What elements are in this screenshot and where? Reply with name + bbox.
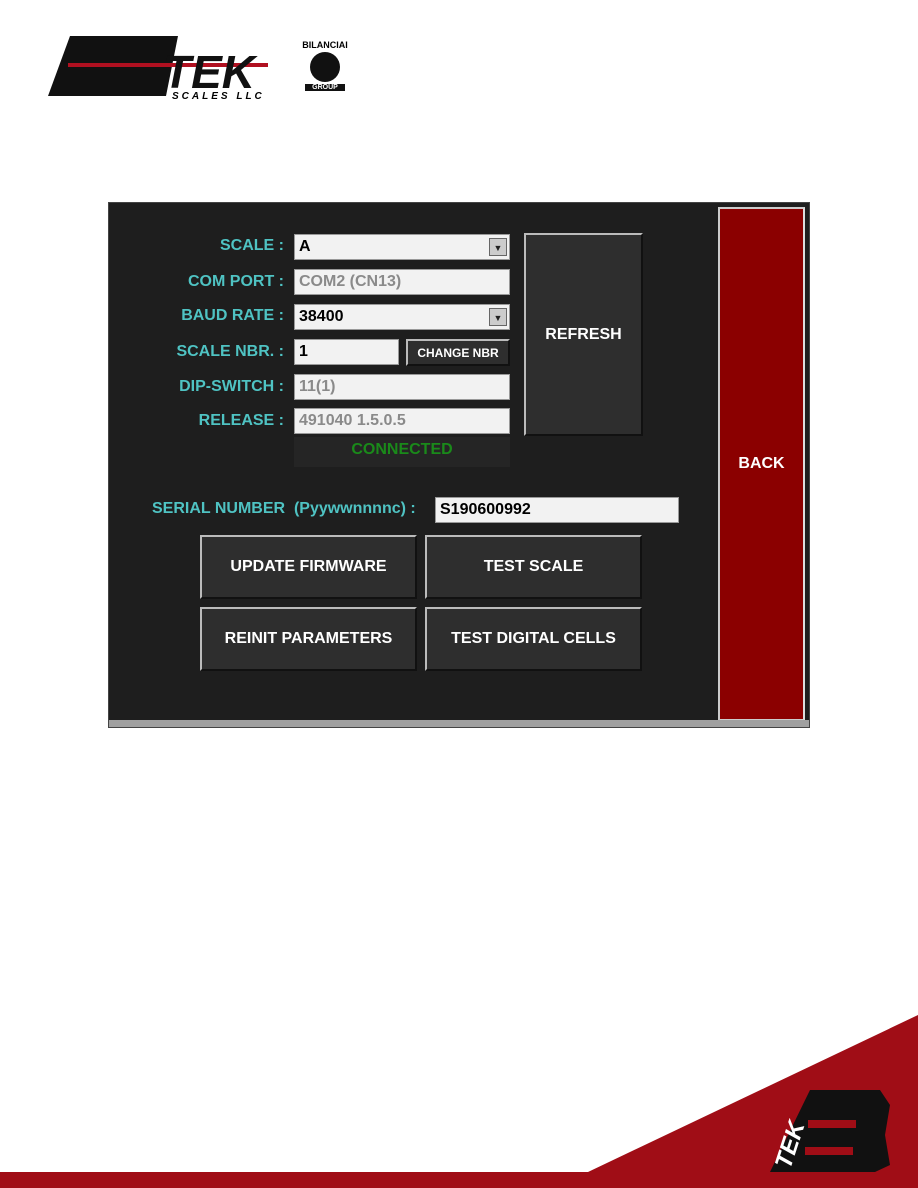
- baud-rate-label: BAUD RATE :: [181, 307, 284, 324]
- chevron-down-icon[interactable]: ▼: [489, 238, 507, 256]
- logo-subtitle: SCALES LLC: [172, 91, 265, 102]
- connection-status: CONNECTED: [294, 437, 510, 467]
- test-scale-button[interactable]: TEST SCALE: [425, 535, 642, 599]
- scale-config-window: SCALE : A ▼ COM PORT : COM2 (CN13) BAUD R…: [108, 202, 810, 728]
- chevron-down-icon[interactable]: ▼: [489, 308, 507, 326]
- com-port-field: COM2 (CN13): [294, 269, 510, 295]
- scale-label: SCALE :: [220, 237, 284, 254]
- scale-nbr-label: SCALE NBR. :: [176, 343, 284, 360]
- baud-rate-select[interactable]: 38400 ▼: [294, 304, 510, 330]
- reinit-parameters-button[interactable]: REINIT PARAMETERS: [200, 607, 417, 671]
- release-label: RELEASE :: [198, 412, 284, 429]
- update-firmware-button[interactable]: UPDATE FIRMWARE: [200, 535, 417, 599]
- scale-select[interactable]: A ▼: [294, 234, 510, 260]
- bilanciai-emblem-icon: [310, 52, 340, 82]
- com-port-label: COM PORT :: [188, 273, 284, 290]
- btek-logo: TEK SCALES LLC: [48, 36, 308, 102]
- release-field: 491040 1.5.0.5: [294, 408, 510, 434]
- scale-nbr-input[interactable]: 1: [294, 339, 399, 365]
- footer-decoration: TEK: [0, 1015, 918, 1188]
- serial-number-input[interactable]: S190600992: [435, 497, 679, 523]
- back-button[interactable]: BACK: [718, 207, 805, 721]
- refresh-button[interactable]: REFRESH: [524, 233, 643, 436]
- serial-number-label: SERIAL NUMBER (Pyywwnnnnc) :: [152, 500, 416, 517]
- window-bottom-bar: [109, 720, 809, 727]
- dip-switch-label: DIP-SWITCH :: [179, 378, 284, 395]
- dip-switch-field: 11(1): [294, 374, 510, 400]
- bilanciai-logo: BILANCIAI GROUP: [302, 40, 348, 91]
- change-nbr-button[interactable]: CHANGE NBR: [406, 339, 510, 366]
- test-digital-cells-button[interactable]: TEST DIGITAL CELLS: [425, 607, 642, 671]
